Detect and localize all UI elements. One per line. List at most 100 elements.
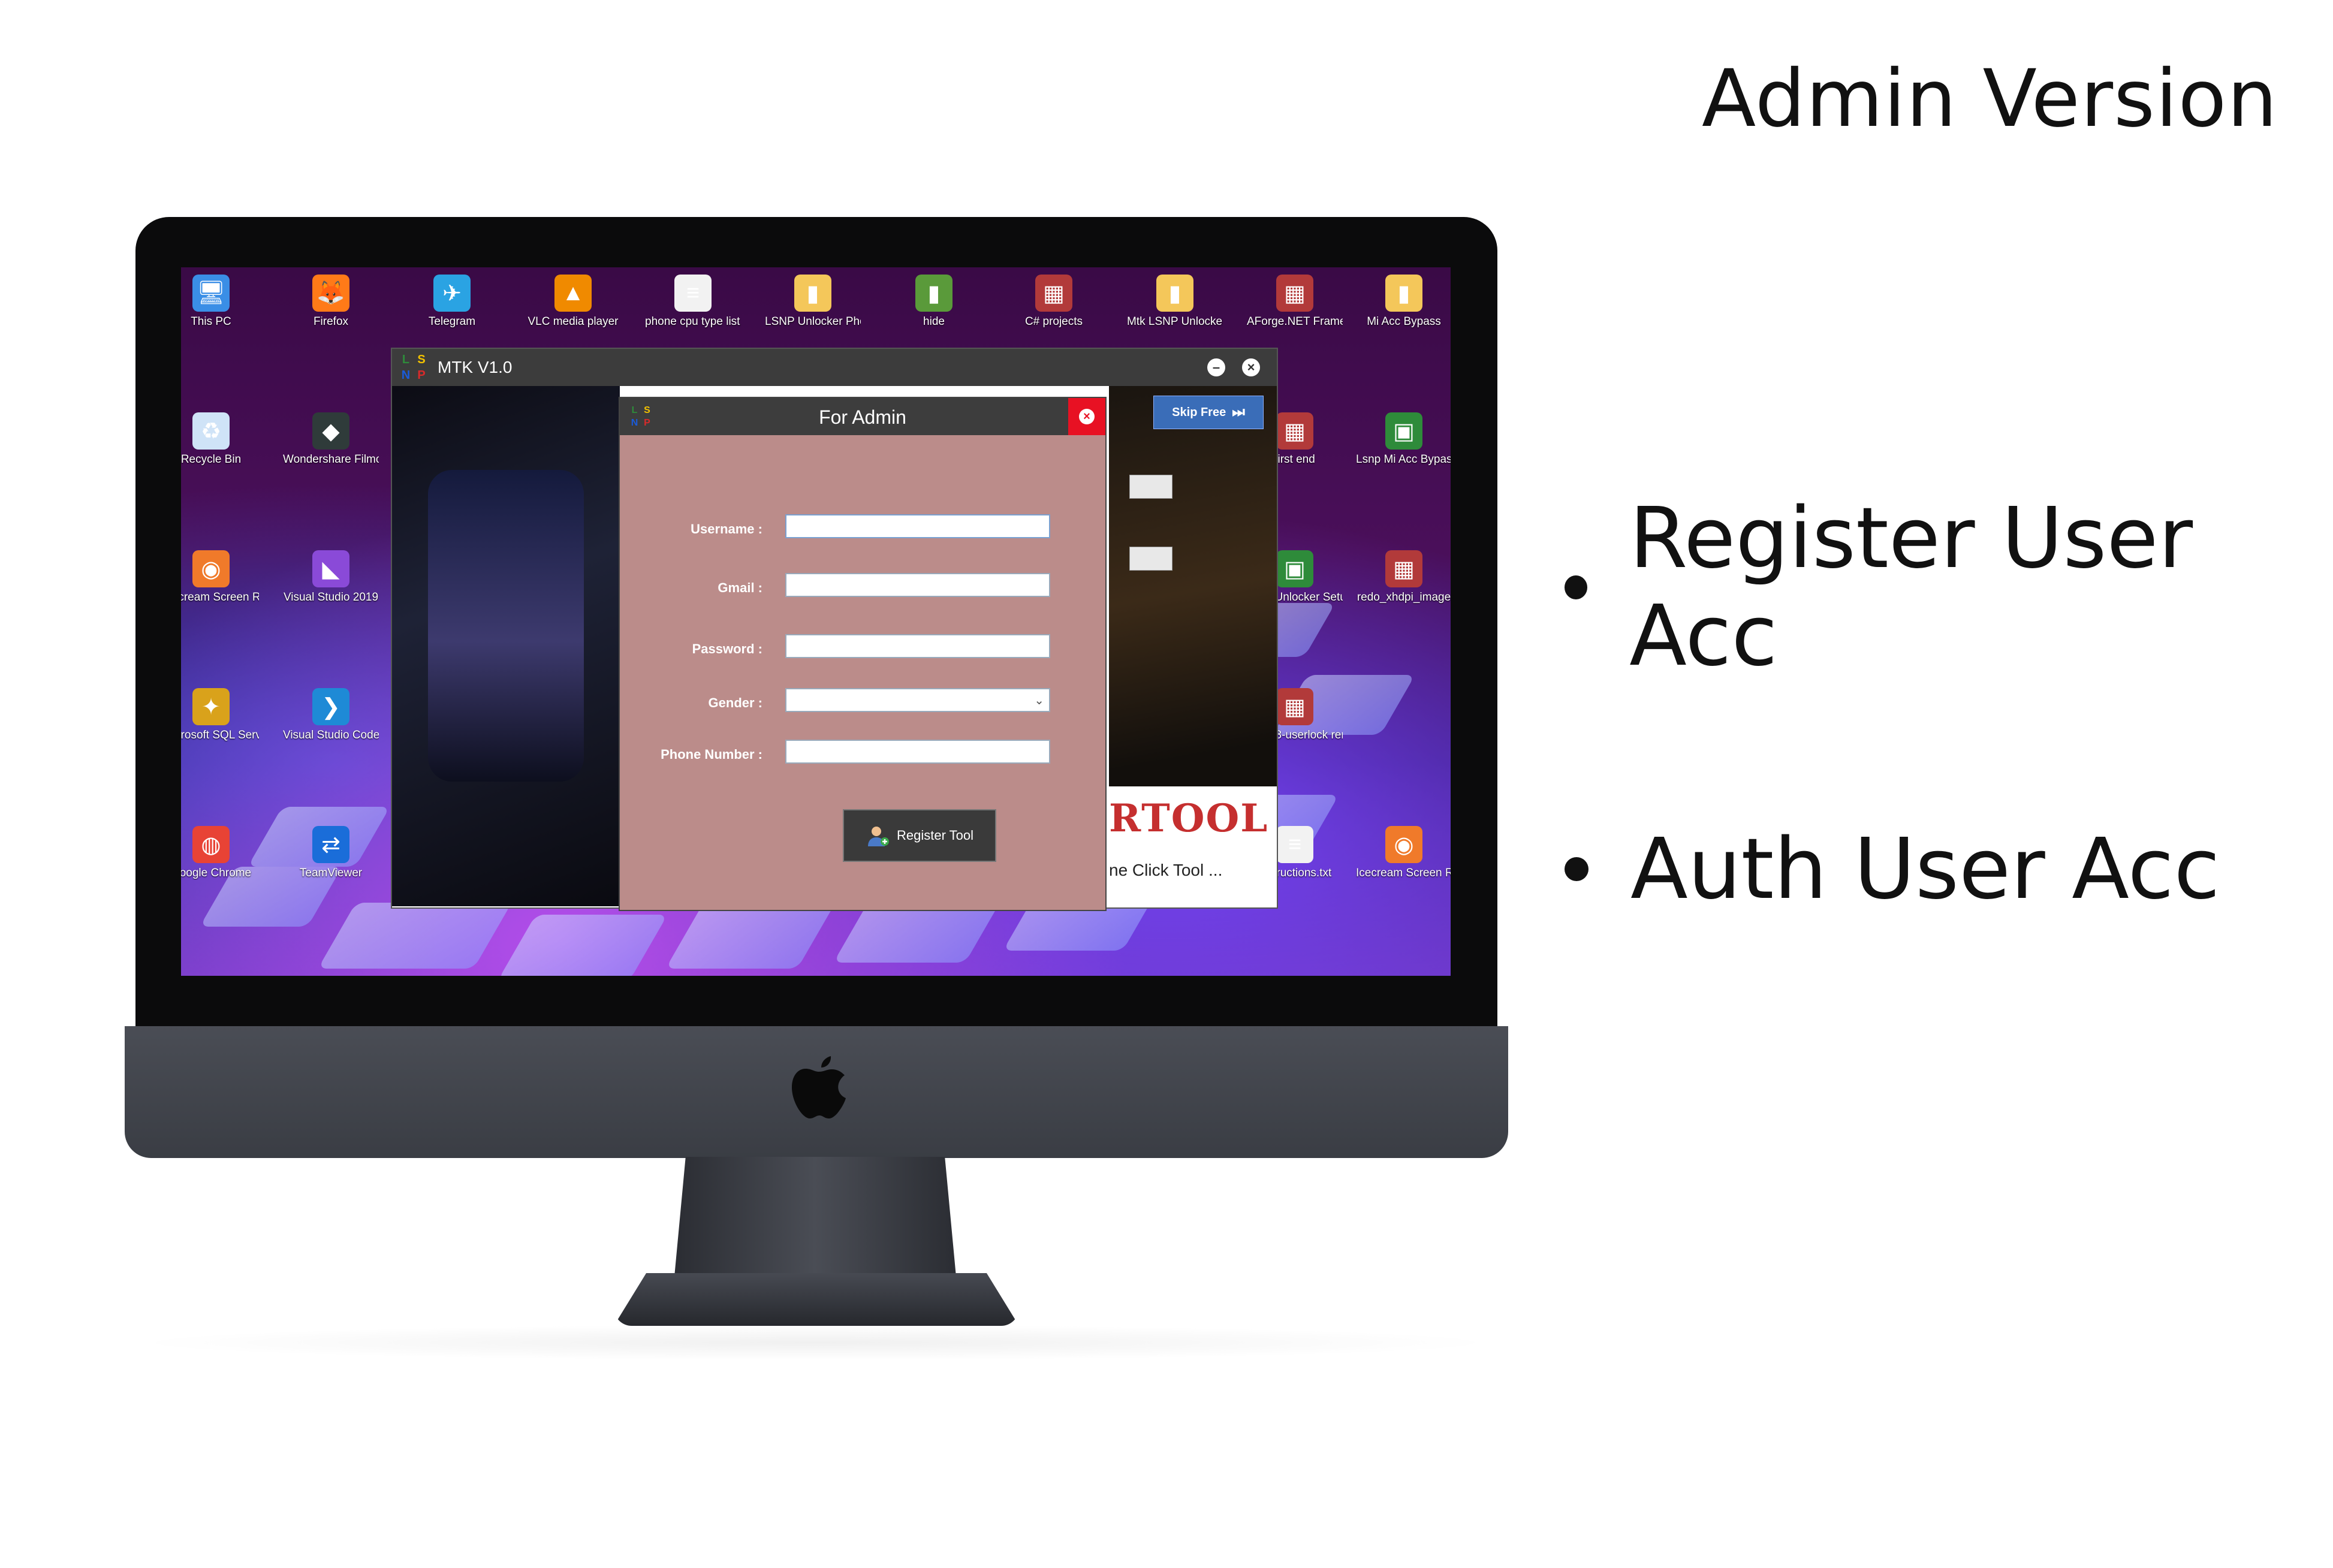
desktop-icon[interactable]: ✈ Telegram — [404, 275, 500, 328]
desktop-icon-label: Mi Acc Bypass — [1367, 315, 1441, 328]
chrome-icon: ◍ — [192, 826, 230, 863]
desktop-icon[interactable]: ▮ Mtk LSNP Unlocker — [1127, 275, 1223, 328]
folder-icon: ▮ — [1385, 275, 1422, 312]
desktop-icon[interactable]: ≡ phone cpu type list.txt — [645, 275, 741, 328]
dialog-close-button[interactable]: × — [1068, 398, 1105, 435]
logo-letter: L — [402, 353, 410, 366]
desktop-icon[interactable]: ▲ VLC media player — [525, 275, 621, 328]
keyboard-key — [498, 915, 668, 976]
bullet-dot — [1565, 575, 1588, 599]
desktop-icon-label: AForge.NET Framework-2.2... — [1247, 315, 1343, 328]
close-button[interactable]: × — [1242, 358, 1260, 376]
phone-screen — [428, 470, 584, 782]
lsnp-icon: ▣ — [1385, 412, 1422, 450]
desktop-icon[interactable]: ❯ Visual Studio Code — [283, 688, 379, 742]
desktop-icon-label: Icecream Screen Recorder — [181, 591, 259, 604]
desktop-icon[interactable]: ▦ redo_xhdpi_image — [1356, 550, 1451, 604]
logo-letter: S — [417, 353, 426, 366]
bullet-item: Auth User Acc — [1565, 809, 2333, 929]
vlc-icon: ▲ — [554, 275, 592, 312]
desktop-icon[interactable]: ▮ LSNP Unlocker Phone model list — [765, 275, 861, 328]
desktop-icon-label: VLC media player — [528, 315, 619, 328]
desktop-icon[interactable]: ▦ AForge.NET Framework-2.2... — [1247, 275, 1343, 328]
screen-recorder-icon: ◉ — [192, 550, 230, 587]
archive-icon: ▦ — [1276, 275, 1313, 312]
desktop-icon[interactable]: ▣ Lsnp Mi Acc Bypass Setup.exe — [1356, 412, 1451, 466]
desktop-icon-label: Firefox — [313, 315, 349, 328]
phone-row: Phone Number : — [620, 740, 1105, 770]
recycle-bin-icon: ♻ — [192, 412, 230, 450]
archive-icon: ▦ — [1035, 275, 1072, 312]
archive-icon: ▦ — [1385, 550, 1422, 587]
add-user-icon — [868, 827, 889, 846]
skip-label: Skip Free — [1172, 405, 1226, 419]
visual-studio-icon: ◣ — [312, 550, 349, 587]
skip-free-button[interactable]: Skip Free ⏭ — [1153, 396, 1264, 429]
desktop-icon[interactable]: ◍ Google Chrome — [181, 826, 259, 880]
desktop-icon[interactable]: ♻ Recycle Bin — [181, 412, 259, 466]
bullet-text: Register User Acc — [1629, 490, 2193, 685]
desktop-icon[interactable]: 🖥 This PC — [181, 275, 259, 328]
app-input[interactable] — [1129, 475, 1172, 499]
dialog-title: For Admin — [819, 406, 906, 428]
desktop-icon-label: Google Chrome — [181, 867, 252, 879]
bullet-list: Register User Acc Auth User Acc — [1565, 490, 2333, 1091]
desktop-icon-label: LSNP Unlocker Phone model list — [765, 315, 861, 328]
computer-icon: 🖥 — [192, 275, 230, 312]
bullet-text: Auth User Acc — [1630, 820, 2220, 918]
gender-label: Gender : — [708, 695, 762, 710]
screen-recorder-icon: ◉ — [1385, 826, 1422, 863]
app-input[interactable] — [1129, 547, 1172, 571]
desktop-icon[interactable]: ▮ Mi Acc Bypass — [1356, 275, 1451, 328]
phone-label: Phone Number : — [661, 747, 762, 762]
text-file-icon: ≡ — [1276, 826, 1313, 863]
teamviewer-icon: ⇄ — [312, 826, 349, 863]
desktop-icon[interactable]: ✦ Microsoft SQL Server Management Studi..… — [181, 688, 259, 742]
logo-letter: P — [417, 369, 426, 382]
text-file-icon: ≡ — [674, 275, 712, 312]
phone-image — [392, 386, 620, 906]
bullet-dot — [1565, 857, 1589, 881]
desktop-icon-label: Telegram — [428, 315, 476, 328]
desktop-icon[interactable]: ◉ Icecream Screen Recorder — [1356, 826, 1451, 880]
app-titlebar[interactable]: L S N P MTK V1.0 – × — [392, 349, 1277, 386]
password-input[interactable] — [785, 634, 1050, 658]
phone-number-input[interactable] — [785, 740, 1050, 764]
desktop-icon[interactable]: ◉ Icecream Screen Recorder — [181, 550, 259, 604]
desktop-icon[interactable]: ▮ hide — [886, 275, 982, 328]
monitor-shadow — [126, 1325, 1505, 1361]
lsnp-icon: ▣ — [1276, 550, 1313, 587]
dialog-titlebar[interactable]: L S N P For Admin × — [620, 398, 1105, 435]
fast-forward-icon: ⏭ — [1232, 404, 1245, 420]
desktop-icon[interactable]: ◆ Wondershare Filmora9 — [283, 412, 379, 466]
monitor-stand-neck — [674, 1157, 956, 1277]
telegram-icon: ✈ — [433, 275, 471, 312]
desktop-icon-label: Lsnp Mi Acc Bypass Setup.exe — [1356, 453, 1451, 466]
desktop-icon-label: TeamViewer — [299, 867, 363, 879]
desktop-icon-label: This PC — [191, 315, 231, 328]
register-tool-button[interactable]: Register Tool — [843, 809, 996, 862]
slide-heading: Admin Version — [1701, 53, 2278, 145]
chevron-down-icon: ⌄ — [1034, 693, 1044, 707]
desktop-icon[interactable]: ◣ Visual Studio 2019 — [283, 550, 379, 604]
desktop-icon[interactable]: ⇄ TeamViewer — [283, 826, 379, 880]
minimize-button[interactable]: – — [1207, 358, 1225, 376]
gmail-row: Gmail : — [620, 573, 1105, 603]
desktop-icon-label: redo_xhdpi_image — [1357, 591, 1451, 604]
desktop-icon[interactable]: ▦ C# projects — [1006, 275, 1102, 328]
firefox-icon: 🦊 — [312, 275, 349, 312]
admin-dialog: L S N P For Admin × Username : Gmail : P… — [619, 397, 1107, 911]
desktop-icon-label: Mtk LSNP Unlocker — [1127, 315, 1223, 328]
brand-text: RTOOL — [1109, 796, 1269, 841]
gmail-input[interactable] — [785, 573, 1050, 597]
app-title: MTK V1.0 — [438, 358, 513, 376]
desktop-icon[interactable]: 🦊 Firefox — [283, 275, 379, 328]
folder-icon: ▮ — [915, 275, 953, 312]
logo-letter: N — [401, 369, 411, 382]
filmora-icon: ◆ — [312, 412, 349, 450]
monitor-stand-foot — [614, 1273, 1019, 1326]
desktop-icon-label: hide — [923, 315, 945, 328]
username-input[interactable] — [785, 514, 1050, 538]
gender-select[interactable]: ⌄ — [785, 688, 1050, 712]
folder-icon: ▮ — [1156, 275, 1193, 312]
